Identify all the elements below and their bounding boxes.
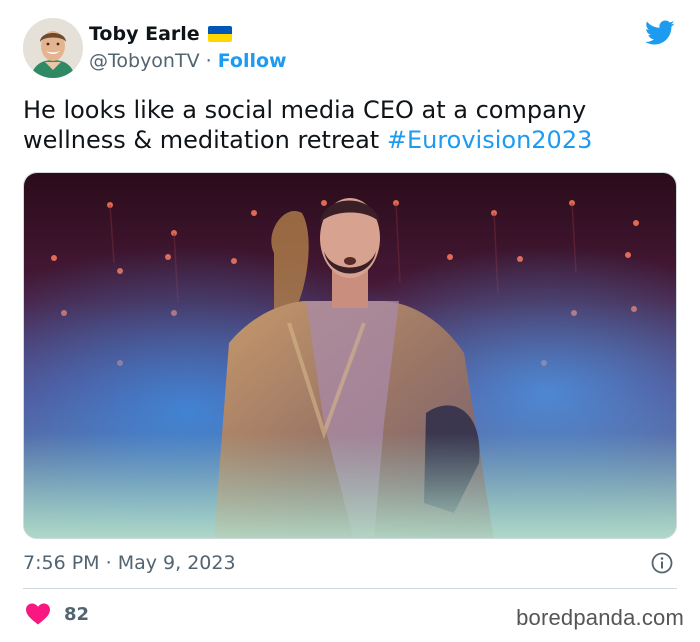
author-block: Toby Earle @TobyonTV · Follow — [89, 22, 287, 73]
tweet-date: May 9, 2023 — [117, 552, 236, 574]
display-name[interactable]: Toby Earle — [89, 22, 200, 46]
display-name-row[interactable]: Toby Earle — [89, 22, 232, 46]
info-icon[interactable] — [651, 552, 673, 574]
avatar[interactable] — [23, 18, 83, 78]
ukraine-flag-icon — [207, 26, 232, 42]
watermark: boredpanda.com — [516, 605, 684, 630]
tweet-timestamp[interactable]: 7:56 PM · May 9, 2023 — [23, 551, 236, 575]
timestamp-separator: · — [105, 552, 112, 574]
tweet-text: He looks like a social media CEO at a co… — [23, 95, 673, 155]
divider — [23, 588, 677, 589]
tweet-header: Toby Earle @TobyonTV · Follow — [23, 18, 683, 80]
handle-separator: · — [205, 50, 212, 72]
heart-icon[interactable] — [26, 603, 50, 625]
stage-performer-photo[interactable] — [23, 172, 677, 539]
follow-button[interactable]: Follow — [218, 50, 287, 72]
handle[interactable]: @TobyonTV — [89, 50, 200, 72]
handle-row: @TobyonTV · Follow — [89, 49, 287, 73]
twitter-bird-icon[interactable] — [645, 20, 675, 46]
like-count: 82 — [64, 603, 90, 625]
hashtag-link[interactable]: #Eurovision2023 — [387, 126, 593, 154]
tweet-time: 7:56 PM — [23, 552, 100, 574]
like-action[interactable]: 82 — [26, 603, 89, 625]
